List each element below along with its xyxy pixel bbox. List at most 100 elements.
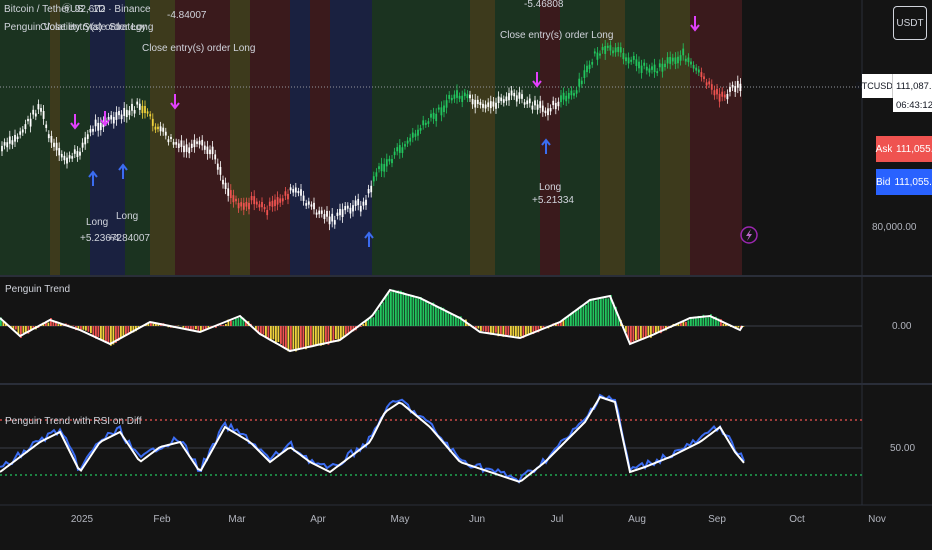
trend-bar — [392, 289, 395, 326]
candle-body — [27, 118, 29, 122]
candle-body — [547, 108, 549, 116]
candle-body — [513, 92, 516, 97]
candle-body — [289, 187, 292, 191]
candle-body — [482, 103, 484, 108]
candle-body — [682, 48, 685, 56]
trend-bar — [600, 299, 602, 326]
trend-bar — [595, 300, 597, 326]
candle-body — [154, 126, 157, 130]
candle-body — [466, 94, 469, 99]
candle-body — [339, 208, 341, 216]
candle-body — [705, 82, 708, 86]
candle-body — [700, 72, 703, 78]
long-2-label: Long — [116, 211, 138, 222]
trend-bar — [482, 326, 485, 331]
candle-body — [307, 201, 310, 205]
time-axis[interactable]: 2025 Feb Mar Apr May Jun Jul Aug Sep Oct Nov — [71, 514, 886, 525]
candle-body — [84, 137, 87, 145]
long-1-label: Long — [86, 217, 108, 228]
candle-body — [216, 163, 219, 170]
candle-body — [552, 100, 555, 106]
quote-currency-button[interactable]: USDT — [893, 6, 927, 40]
candle-body — [281, 198, 284, 202]
candle-body — [614, 47, 617, 53]
trend-bar — [427, 303, 430, 326]
candle-body — [458, 95, 461, 99]
candle-body — [177, 143, 180, 148]
trend-bar — [477, 326, 480, 329]
candle-body — [219, 166, 222, 175]
candle-body — [703, 76, 705, 80]
trend-bar — [652, 326, 655, 333]
candle-body — [112, 117, 115, 124]
rsi-mid-label: 50.00 — [890, 443, 915, 454]
candle-body — [248, 202, 250, 210]
candle-body — [318, 210, 321, 215]
trend-bar — [87, 326, 90, 332]
trend-bar — [305, 326, 307, 350]
candle-body — [669, 56, 672, 64]
candle-body — [92, 128, 94, 132]
candle-body — [89, 129, 92, 133]
chart-canvas[interactable]: 2025 Feb Mar Apr May Jun Jul Aug Sep Oct Nov Bitco… — [0, 0, 932, 550]
trend-bar — [312, 326, 315, 346]
trend-bar — [530, 326, 532, 333]
trend-bar — [222, 324, 225, 326]
trend-bar — [332, 326, 335, 343]
close-2-label: Close entry(s) order Long — [500, 30, 613, 41]
lightning-icon[interactable] — [740, 226, 758, 244]
candle-body — [370, 185, 373, 193]
candle-body — [424, 122, 427, 125]
candle-body — [1, 145, 3, 152]
price-overlay: Ⓢ 92,672 — [62, 3, 106, 15]
candle-body — [193, 139, 196, 148]
candle-body — [606, 45, 609, 48]
candle-body — [222, 179, 224, 185]
candle-body — [326, 210, 328, 217]
candle-body — [554, 102, 557, 110]
regime-band — [250, 0, 290, 276]
time-axis-label: Apr — [310, 514, 326, 525]
trend-bar — [282, 326, 285, 348]
candle-body — [596, 52, 599, 60]
trend-bar — [362, 324, 365, 326]
candle-body — [284, 191, 287, 196]
trend-bar — [492, 326, 495, 335]
trend-bar — [682, 321, 685, 326]
candle-body — [60, 153, 63, 158]
candle-body — [242, 203, 245, 210]
candle-body — [726, 94, 729, 100]
candle-body — [539, 101, 542, 108]
trend-bar — [647, 326, 650, 336]
trend-bar — [425, 301, 427, 326]
trend-bar — [587, 301, 590, 326]
candle-body — [149, 114, 152, 117]
time-axis-label: Jun — [469, 514, 485, 525]
candle-body — [388, 158, 391, 162]
candle-body — [162, 127, 165, 132]
candle-body — [125, 109, 128, 118]
trend-bar — [585, 305, 587, 326]
trend-bar — [232, 320, 235, 326]
candle-body — [172, 142, 175, 145]
trend-bar — [645, 326, 647, 339]
trend-bar — [377, 309, 380, 326]
trend-bar — [635, 326, 637, 341]
trend-bar — [275, 326, 277, 344]
candle-body — [240, 202, 243, 207]
candle-body — [383, 164, 386, 172]
close-1-value: -4.84007 — [167, 10, 207, 21]
regime-band — [660, 0, 690, 276]
trend-bar — [195, 326, 197, 330]
trend-bar — [597, 298, 600, 326]
regime-band — [540, 0, 560, 276]
candle-body — [63, 155, 66, 161]
candle-body — [419, 128, 422, 131]
candle-body — [19, 131, 22, 135]
trend-bar — [225, 323, 227, 326]
trend-bar — [412, 295, 415, 326]
candle-body — [120, 114, 123, 120]
candle-body — [128, 110, 131, 116]
candle-body — [487, 102, 490, 107]
trend-bar — [577, 308, 580, 326]
